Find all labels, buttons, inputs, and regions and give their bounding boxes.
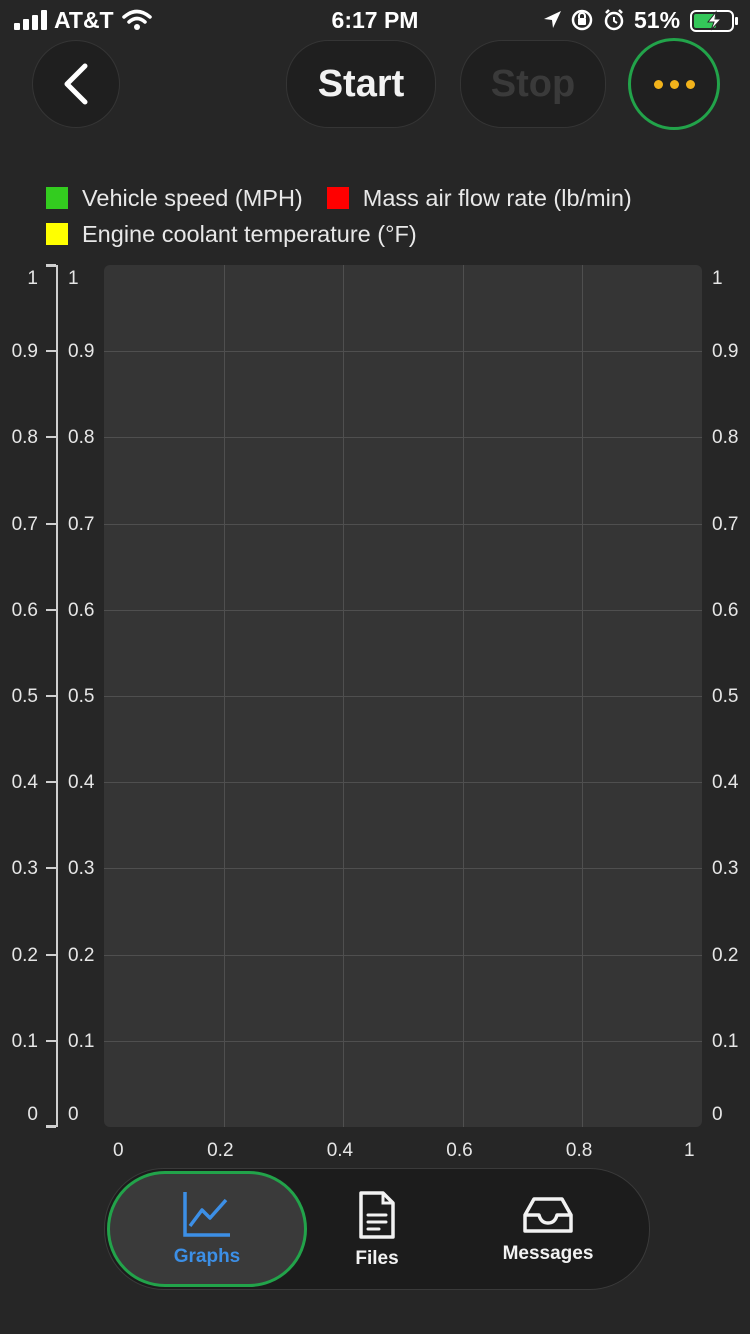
x-tick-label: 0.6 [446, 1140, 473, 1161]
y-tick-label-left-inner: 0.1 [68, 1030, 95, 1052]
y-axis-tick [46, 350, 56, 353]
battery-charging-icon [690, 10, 738, 32]
status-icons [544, 9, 624, 31]
y-tick-label-right: 0.4 [712, 772, 739, 794]
y-tick-label-left-outer: 0.9 [11, 341, 38, 363]
y-tick-label-left-outer: 0.4 [11, 772, 38, 794]
grid-line-horizontal [104, 609, 702, 611]
y-tick-label-left-inner: 0.8 [68, 427, 95, 449]
y-tick-label-left-inner: 0.9 [68, 341, 95, 363]
orientation-lock-icon [571, 9, 593, 31]
alarm-clock-icon [604, 9, 624, 31]
y-tick-label-left-inner: 0 [68, 1104, 79, 1125]
y-tick-label-right: 0.9 [712, 341, 739, 363]
y-tick-label-left-inner: 1 [68, 268, 79, 289]
tab-files-label: Files [355, 1248, 399, 1269]
y-axis-tick [46, 953, 56, 956]
legend-label-vehicle-speed: Vehicle speed (MPH) [82, 184, 303, 211]
y-tick-label-right: 0.7 [712, 513, 739, 535]
grid-line-horizontal [104, 782, 702, 784]
line-chart-icon [183, 1192, 230, 1237]
y-tick-label-right: 1 [712, 268, 723, 289]
y-axis-tick [46, 522, 56, 525]
grid-line-horizontal [104, 954, 702, 956]
y-tick-label-right: 0.3 [712, 858, 739, 880]
legend-label-coolant-temp: Engine coolant temperature (°F) [82, 220, 417, 247]
y-axis-tick [46, 1126, 56, 1128]
y-axis-tick [46, 608, 56, 611]
document-icon [359, 1191, 395, 1239]
tab-graphs-label: Graphs [173, 1246, 241, 1267]
location-arrow-icon [544, 11, 561, 28]
tab-messages[interactable]: Messages [485, 1169, 611, 1291]
y-tick-label-left-outer: 0.7 [11, 513, 38, 535]
y-tick-label-left-outer: 0 [27, 1104, 38, 1125]
legend-swatch-mass-air-flow [326, 187, 349, 209]
battery-percent: 51% [634, 7, 681, 33]
y-tick-label-left-inner: 0.2 [68, 944, 95, 966]
start-button[interactable]: Start [286, 40, 436, 128]
y-axis-line [56, 265, 58, 1127]
y-tick-label-left-inner: 0.6 [68, 599, 95, 621]
y-tick-label-left-inner: 0.3 [68, 858, 95, 880]
grid-line-horizontal [104, 1040, 702, 1042]
grid-line-vertical [462, 265, 464, 1127]
x-tick-label: 0.4 [326, 1140, 354, 1161]
y-tick-label-left-outer: 0.5 [11, 686, 38, 707]
x-tick-label: 1 [684, 1140, 695, 1161]
grid-line-horizontal [104, 351, 702, 353]
grid-line-horizontal [104, 696, 702, 697]
y-tick-label-right: 0.1 [712, 1030, 739, 1052]
grid-line-vertical [582, 265, 584, 1127]
y-axis-tick [46, 1039, 56, 1042]
legend-swatch-coolant-temp [46, 223, 68, 245]
y-tick-label-right: 0.6 [712, 599, 739, 621]
tab-bar: Graphs Files Messages [104, 1168, 650, 1290]
y-tick-label-left-inner: 0.7 [68, 513, 95, 535]
y-tick-label-left-outer: 0.1 [11, 1030, 38, 1052]
y-tick-label-left-outer: 0.2 [11, 944, 38, 966]
x-tick-label: 0.2 [207, 1140, 234, 1161]
status-bar: AT&T 6:17 PM 51% [0, 0, 750, 40]
y-axis-tick [46, 695, 56, 697]
y-tick-label-left-outer: 0.6 [11, 599, 38, 621]
inbox-tray-icon [523, 1197, 573, 1233]
y-tick-label-left-inner: 0.5 [68, 686, 95, 707]
ellipsis-icon [653, 79, 695, 89]
y-tick-label-right: 0.2 [712, 944, 739, 966]
x-tick-label: 0 [113, 1140, 124, 1161]
tab-files[interactable]: Files [327, 1169, 427, 1291]
y-tick-label-left-outer: 1 [27, 268, 38, 289]
y-tick-label-right: 0.5 [712, 686, 739, 707]
y-tick-label-right: 0 [712, 1104, 723, 1125]
grid-line-horizontal [104, 523, 702, 525]
back-button[interactable] [32, 40, 120, 128]
y-tick-label-left-outer: 0.8 [11, 427, 38, 449]
y-axis-tick [46, 781, 56, 784]
y-tick-label-left-inner: 0.4 [68, 772, 95, 794]
chart-plot-area[interactable] [104, 265, 702, 1127]
grid-line-horizontal [104, 868, 702, 870]
grid-line-horizontal [104, 437, 702, 439]
stop-button[interactable]: Stop [460, 40, 606, 128]
tab-messages-label: Messages [502, 1243, 594, 1264]
tab-graphs[interactable]: Graphs [107, 1171, 307, 1287]
legend-label-mass-air-flow: Mass air flow rate (lb/min) [362, 184, 632, 211]
x-tick-label: 0.8 [565, 1140, 593, 1161]
y-axis-tick [46, 264, 56, 266]
legend-swatch-vehicle-speed [46, 187, 68, 209]
chart-legend: Vehicle speed (MPH) Mass air flow rate (… [46, 180, 632, 252]
y-tick-label-right: 0.8 [712, 427, 739, 449]
y-tick-label-left-outer: 0.3 [11, 858, 38, 880]
grid-line-vertical [343, 265, 345, 1127]
y-axis-tick [46, 867, 56, 870]
chevron-left-icon [64, 63, 88, 105]
more-options-button[interactable] [628, 38, 720, 130]
grid-line-vertical [223, 265, 225, 1127]
y-axis-tick [46, 436, 56, 439]
